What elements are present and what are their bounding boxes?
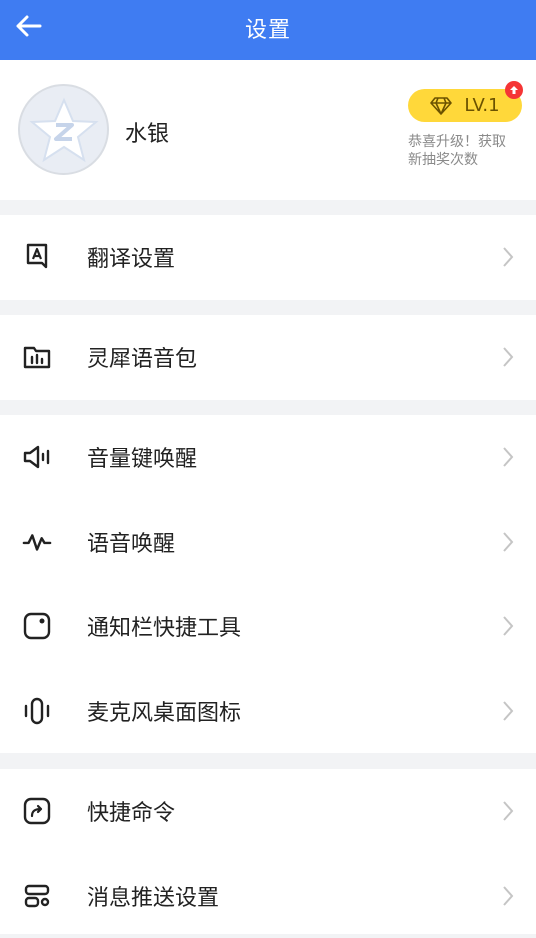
diamond-icon <box>430 97 452 115</box>
chevron-right-icon <box>500 530 516 554</box>
app-header: 设置 <box>0 0 536 60</box>
translate-icon <box>22 242 52 272</box>
username: 水银 <box>125 116 169 148</box>
level-tip-line1: 恭喜升级！获取 <box>408 133 528 151</box>
level-badge[interactable]: LV.1 <box>408 89 522 122</box>
notification-tool-icon <box>22 611 52 641</box>
microphone-icon <box>22 696 52 726</box>
page-title: 设置 <box>0 12 536 44</box>
row-volume-key-wake[interactable]: 音量键唤醒 <box>0 415 536 500</box>
settings-group-1: 翻译设置 <box>0 215 536 300</box>
row-shortcut-command[interactable]: 快捷命令 <box>0 769 536 854</box>
row-label: 翻译设置 <box>87 241 175 273</box>
chevron-right-icon <box>500 699 516 723</box>
voice-pack-icon <box>22 342 52 372</box>
row-label: 麦克风桌面图标 <box>87 695 241 727</box>
push-settings-icon <box>22 881 52 911</box>
level-label: LV.1 <box>464 95 499 116</box>
level-tip: 恭喜升级！获取 新抽奖次数 <box>408 133 528 169</box>
level-tip-line2: 新抽奖次数 <box>408 151 528 169</box>
row-voice-wake[interactable]: 语音唤醒 <box>0 500 536 585</box>
chevron-right-icon <box>500 445 516 469</box>
chevron-right-icon <box>500 614 516 638</box>
up-arrow-icon <box>509 85 519 95</box>
row-translate-settings[interactable]: 翻译设置 <box>0 215 536 300</box>
row-label: 消息推送设置 <box>87 880 219 912</box>
avatar[interactable] <box>18 84 109 175</box>
row-label: 灵犀语音包 <box>87 341 197 373</box>
shortcut-icon <box>22 796 52 826</box>
upgrade-dot <box>505 81 523 99</box>
settings-group-4: 快捷命令 消息推送设置 <box>0 769 536 934</box>
chevron-right-icon <box>500 884 516 908</box>
chevron-right-icon <box>500 799 516 823</box>
default-avatar-star-icon <box>29 95 99 165</box>
row-label: 快捷命令 <box>87 795 175 827</box>
chevron-right-icon <box>500 245 516 269</box>
row-label: 音量键唤醒 <box>87 441 197 473</box>
volume-key-icon <box>22 442 52 472</box>
row-microphone-desktop-icon[interactable]: 麦克风桌面图标 <box>0 669 536 754</box>
row-label: 通知栏快捷工具 <box>87 610 241 642</box>
row-voice-pack[interactable]: 灵犀语音包 <box>0 315 536 400</box>
row-push-settings[interactable]: 消息推送设置 <box>0 854 536 938</box>
profile-card[interactable]: 水银 <box>0 60 536 200</box>
voice-wave-icon <box>22 527 52 557</box>
row-notification-tool[interactable]: 通知栏快捷工具 <box>0 584 536 669</box>
settings-group-3: 音量键唤醒 语音唤醒 通知栏快捷工具 <box>0 415 536 753</box>
chevron-right-icon <box>500 345 516 369</box>
row-label: 语音唤醒 <box>87 526 175 558</box>
settings-group-2: 灵犀语音包 <box>0 315 536 400</box>
